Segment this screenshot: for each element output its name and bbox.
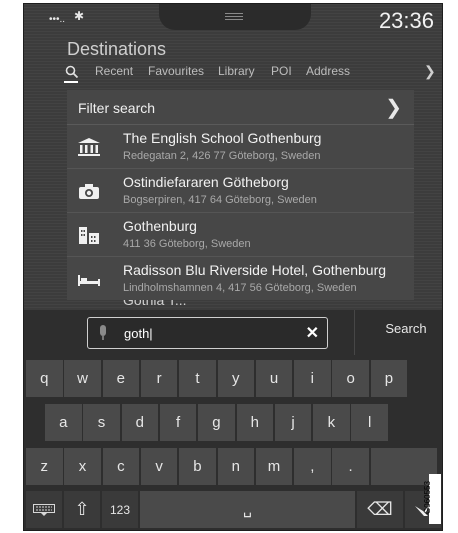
key-f[interactable]: f (159, 404, 197, 441)
keyboard-hide-icon[interactable] (26, 491, 62, 528)
key-a[interactable]: a (45, 404, 82, 441)
place-address: Bogserpiren, 417 64 Göteborg, Sweden (123, 194, 317, 206)
chevron-right-icon: ❯ (385, 97, 402, 119)
list-item[interactable]: Radisson Blu Riverside Hotel, Gothenburg… (67, 257, 414, 300)
on-screen-keyboard: goth| ✕ Search qwertyuiop asdfghjkl zxcv… (24, 310, 442, 530)
place-name: Gothenburg (123, 218, 197, 234)
clock: 23:36 (378, 8, 434, 33)
numbers-key[interactable]: 123 (102, 491, 138, 528)
key-r[interactable]: r (140, 360, 178, 397)
filter-search-row[interactable]: Filter search ❯ (67, 90, 414, 125)
hotel-bed-icon (78, 275, 100, 286)
filter-search-label: Filter search (78, 100, 156, 116)
key-t[interactable]: t (179, 360, 216, 397)
list-item[interactable]: Gothenburg 411 36 Göteborg, Sweden (67, 213, 414, 257)
key-m[interactable]: m (255, 448, 293, 485)
shift-icon[interactable]: ⇧ (64, 491, 100, 528)
chevron-right-icon[interactable]: ❯ (424, 63, 436, 80)
camera-icon (79, 184, 99, 199)
top-view-handle[interactable] (159, 4, 311, 30)
place-address: Lindholmshamnen 4, 417 56 Göteborg, Swed… (123, 282, 357, 294)
key-q[interactable]: q (26, 360, 63, 397)
key-c[interactable]: c (102, 448, 140, 485)
results-list: Filter search ❯ The English School Gothe… (67, 90, 414, 300)
key-z[interactable]: z (26, 448, 63, 485)
search-input[interactable]: goth| ✕ (87, 317, 328, 349)
key-period[interactable]: . (332, 448, 369, 485)
key-p[interactable]: p (370, 360, 408, 397)
status-bar: •••.. ✱ 23:36 (24, 4, 442, 34)
key-blank[interactable] (370, 448, 437, 485)
divider (354, 310, 355, 355)
tab-bar: Recent Favourites Library POI Address (62, 64, 437, 83)
key-d[interactable]: d (121, 404, 159, 441)
key-o[interactable]: o (332, 360, 369, 397)
search-icon[interactable] (65, 65, 79, 79)
museum-icon (78, 138, 100, 156)
key-y[interactable]: y (217, 360, 254, 397)
infotainment-screen: •••.. ✱ 23:36 Destinations Recent Favour… (23, 3, 443, 531)
partial-list-item: Gothia T... (123, 300, 187, 308)
key-x[interactable]: x (64, 448, 101, 485)
key-j[interactable]: j (274, 404, 312, 441)
bluetooth-icon: ✱ (74, 9, 85, 23)
place-name: Radisson Blu Riverside Hotel, Gothenburg (123, 262, 387, 278)
figure-code-tab: G060553 (423, 474, 441, 524)
page-title: Destinations (67, 39, 167, 59)
microphone-icon[interactable] (98, 325, 108, 341)
search-button[interactable]: Search (372, 321, 440, 345)
key-v[interactable]: v (140, 448, 178, 485)
place-address: Redegatan 2, 426 77 Göteborg, Sweden (123, 150, 321, 162)
tab-favourites[interactable]: Favourites (148, 64, 204, 78)
place-name: Ostindiefararen Götheborg (123, 174, 289, 190)
key-k[interactable]: k (313, 404, 350, 441)
key-b[interactable]: b (179, 448, 216, 485)
search-query-text: goth| (124, 326, 153, 341)
list-item[interactable]: Ostindiefararen Götheborg Bogserpiren, 4… (67, 169, 414, 213)
backspace-icon[interactable]: ⌫ (357, 491, 403, 528)
list-item[interactable]: The English School Gothenburg Redegatan … (67, 125, 414, 169)
place-name: The English School Gothenburg (123, 130, 322, 146)
key-w[interactable]: w (64, 360, 101, 397)
tab-poi[interactable]: POI (271, 64, 292, 78)
key-e[interactable]: e (102, 360, 140, 397)
tab-address[interactable]: Address (306, 64, 350, 78)
active-tab-indicator (64, 81, 78, 83)
close-icon[interactable]: ✕ (306, 323, 319, 343)
key-s[interactable]: s (83, 404, 120, 441)
key-h[interactable]: h (236, 404, 273, 441)
place-address: 411 36 Göteborg, Sweden (123, 238, 251, 250)
tab-library[interactable]: Library (218, 64, 255, 78)
signal-strength-icon: •••.. (49, 14, 66, 25)
key-i[interactable]: i (294, 360, 331, 397)
key-g[interactable]: g (198, 404, 235, 441)
key-comma[interactable]: , (294, 448, 331, 485)
city-icon (79, 227, 99, 244)
key-l[interactable]: l (351, 404, 388, 441)
key-u[interactable]: u (255, 360, 293, 397)
key-n[interactable]: n (217, 448, 254, 485)
space-key[interactable]: ␣ (140, 491, 355, 528)
tab-recent[interactable]: Recent (95, 64, 133, 78)
